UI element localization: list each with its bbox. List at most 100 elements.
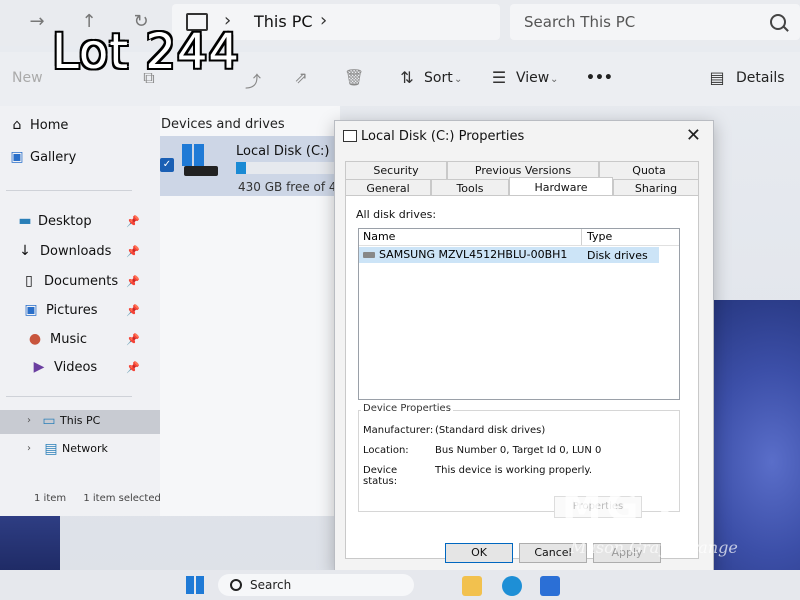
details-pane-icon: ▤ <box>709 68 725 87</box>
home-icon: ⌂ <box>12 117 22 133</box>
list-item[interactable]: SAMSUNG MZVL4512HBLU-00BH1 Disk drives <box>359 247 659 263</box>
drive-icon <box>343 130 357 142</box>
pictures-icon: ▣ <box>24 302 38 318</box>
download-icon: ↓ <box>19 243 31 259</box>
chevron-down-icon: ⌄ <box>550 74 559 85</box>
gallery-icon: ▣ <box>10 149 24 165</box>
share-arrow-icon[interactable]: ⇗ <box>292 68 310 87</box>
pin-icon[interactable]: 📌 <box>126 245 140 258</box>
start-windows-icon[interactable] <box>186 576 204 594</box>
sidebar-item-network[interactable]: › ▤ Network <box>0 438 160 464</box>
pin-icon[interactable]: 📌 <box>126 333 140 346</box>
sidebar-item-label: Documents <box>44 274 119 289</box>
search-input[interactable]: Search This PC <box>524 13 635 31</box>
new-button[interactable]: New <box>12 70 43 86</box>
location-label: Location: <box>363 445 409 456</box>
tab-security[interactable]: Security <box>345 161 447 180</box>
sidebar-item-label: Pictures <box>46 303 98 318</box>
taskbar-search-label: Search <box>250 578 292 592</box>
search-icon <box>230 579 242 591</box>
section-title: Devices and drives <box>161 117 285 132</box>
computer-icon: ▭ <box>42 413 56 429</box>
chevron-right-icon[interactable]: › <box>20 443 38 459</box>
lot-label: Lot 244 <box>52 24 240 80</box>
delete-icon[interactable]: 🗑 <box>344 68 364 87</box>
drive-free-space: 430 GB free of 476 GB <box>238 180 336 194</box>
sidebar-item-gallery[interactable]: ▣ Gallery <box>0 146 160 172</box>
screen: → ↑ ↻ › This PC › Search This PC New ⧉ ⤴… <box>0 0 800 600</box>
sidebar-item-documents[interactable]: ▯ Documents 📌 <box>0 270 160 296</box>
sort-icon: ⇅ <box>400 68 414 87</box>
disk-drive-icon <box>363 252 375 258</box>
sidebar-item-downloads[interactable]: ↓ Downloads 📌 <box>0 240 160 266</box>
sidebar-item-home[interactable]: ⌂ Home <box>0 114 160 140</box>
device-status-label: Device status: <box>363 465 398 487</box>
chevron-right-icon[interactable]: › <box>320 10 327 31</box>
drive-tile-c[interactable]: ✓ Local Disk (C:) 430 GB free of 476 GB <box>156 136 336 196</box>
sidebar-item-this-pc[interactable]: › ▭ This PC <box>0 410 160 434</box>
hard-drive-icon <box>184 166 218 176</box>
dialog-title: Local Disk (C:) Properties <box>361 129 525 144</box>
share-icon[interactable]: ⤴ <box>244 68 262 91</box>
sidebar-item-desktop[interactable]: ▬ Desktop 📌 <box>0 210 160 236</box>
sidebar-item-label: Home <box>30 118 69 133</box>
sidebar-item-label: This PC <box>60 414 101 427</box>
sidebar-item-label: Downloads <box>40 244 112 259</box>
pin-icon[interactable]: 📌 <box>126 275 140 288</box>
status-bar: 1 item 1 item selected <box>34 493 161 504</box>
windows-logo-icon <box>182 144 204 166</box>
watermark-logo: MGS Mason Gray Strange <box>562 484 752 564</box>
more-options-button[interactable]: ••• <box>586 70 613 86</box>
watermark-name: Mason Gray Strange <box>570 538 738 557</box>
search-icon <box>770 14 786 30</box>
column-header-type[interactable]: Type <box>587 230 612 243</box>
divider <box>6 190 132 191</box>
store-icon[interactable] <box>540 576 560 596</box>
chevron-down-icon: ⌄ <box>454 74 463 85</box>
sidebar-item-videos[interactable]: ▶ Videos 📌 <box>0 356 160 382</box>
view-button[interactable]: View <box>516 70 549 86</box>
forward-icon[interactable]: → <box>24 8 50 34</box>
sidebar-item-label: Gallery <box>30 150 77 165</box>
breadcrumb-this-pc[interactable]: This PC <box>254 12 313 31</box>
divider <box>6 396 132 397</box>
column-separator[interactable] <box>581 229 582 245</box>
taskbar: Search <box>0 570 800 600</box>
disk-drives-list[interactable]: Name Type SAMSUNG MZVL4512HBLU-00BH1 Dis… <box>358 228 680 400</box>
edge-browser-icon[interactable] <box>502 576 522 596</box>
desktop-icon: ▬ <box>18 213 32 229</box>
tab-quota[interactable]: Quota <box>599 161 699 180</box>
close-icon[interactable]: ✕ <box>686 125 701 146</box>
column-header-name[interactable]: Name <box>363 230 395 243</box>
list-header: Name Type <box>359 229 679 246</box>
sort-button[interactable]: Sort <box>424 70 453 86</box>
status-selected-count: 1 item selected <box>83 493 161 504</box>
details-button[interactable]: Details <box>736 70 785 86</box>
drive-name: Local Disk (C:) <box>236 144 330 159</box>
checkbox-checked-icon[interactable]: ✓ <box>160 158 174 172</box>
pin-icon[interactable]: 📌 <box>126 361 140 374</box>
sidebar-item-label: Music <box>50 332 87 347</box>
music-icon: ● <box>28 331 42 347</box>
chevron-right-icon[interactable]: › <box>20 415 38 431</box>
pin-icon[interactable]: 📌 <box>126 215 140 228</box>
device-status-value: This device is working properly. <box>435 465 593 476</box>
ok-button[interactable]: OK <box>445 543 513 563</box>
search-box[interactable]: Search This PC <box>510 4 800 40</box>
manufacturer-value: (Standard disk drives) <box>435 425 546 436</box>
manufacturer-label: Manufacturer: <box>363 425 434 436</box>
sidebar-item-pictures[interactable]: ▣ Pictures 📌 <box>0 299 160 325</box>
pin-icon[interactable]: 📌 <box>126 304 140 317</box>
navigation-pane: ⌂ Home ▣ Gallery ▬ Desktop 📌 ↓ Downloads… <box>0 106 160 516</box>
watermark-initials: MGS <box>562 484 676 530</box>
device-name: SAMSUNG MZVL4512HBLU-00BH1 <box>379 248 568 261</box>
devices-and-drives-header[interactable]: ⌄ Devices and drives <box>146 117 285 132</box>
sidebar-item-music[interactable]: ● Music 📌 <box>0 328 160 354</box>
sidebar-item-label: Desktop <box>38 214 92 229</box>
sidebar-item-label: Network <box>62 442 108 455</box>
location-value: Bus Number 0, Target Id 0, LUN 0 <box>435 445 602 456</box>
network-icon: ▤ <box>44 441 58 457</box>
sidebar-item-label: Videos <box>54 360 98 375</box>
file-explorer-icon[interactable] <box>462 576 482 596</box>
taskbar-search[interactable]: Search <box>218 574 414 596</box>
